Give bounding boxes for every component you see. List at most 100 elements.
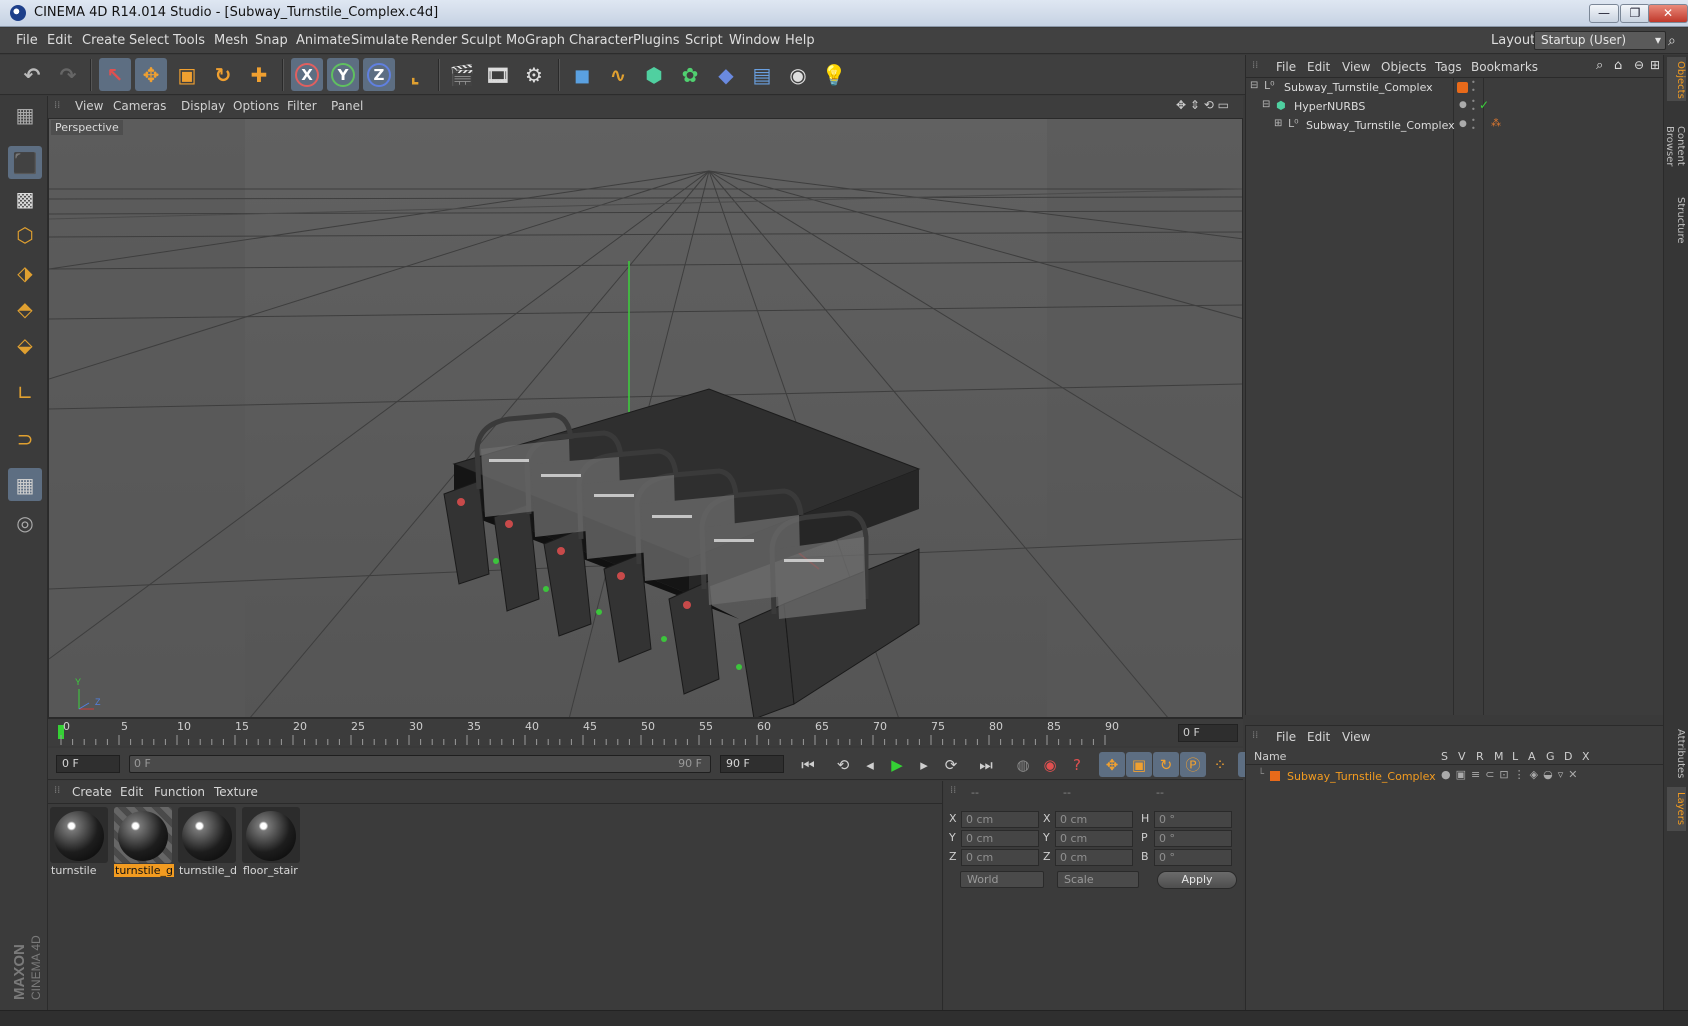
column-render[interactable]: R: [1476, 750, 1484, 763]
menu-render[interactable]: Render: [411, 33, 457, 48]
viewport-menu-display[interactable]: Display: [181, 99, 225, 113]
column-locked[interactable]: L: [1512, 750, 1518, 763]
rot-p-field[interactable]: 0 °: [1154, 830, 1232, 847]
viewport-nav-icons[interactable]: ✥ ⇕ ⟲ ▭: [1176, 98, 1229, 112]
go-to-end-icon[interactable]: ⏭: [973, 752, 999, 777]
visibility-dots-icon[interactable]: • •: [1471, 98, 1476, 114]
enabled-check-icon[interactable]: ✓: [1479, 98, 1489, 112]
coordinate-system-icon[interactable]: ⌞: [399, 58, 431, 91]
move-icon[interactable]: ✥: [135, 58, 167, 91]
material-swatch[interactable]: turnstile_d: [178, 807, 238, 882]
record-keys-icon[interactable]: ◍: [1010, 752, 1036, 777]
end-frame-field[interactable]: 90 F: [720, 755, 784, 773]
viewport-menu-options[interactable]: Options: [233, 99, 279, 113]
material-swatch[interactable]: turnstile: [50, 807, 110, 882]
menu-animate[interactable]: Animate: [296, 33, 350, 48]
menu-window[interactable]: Window: [729, 33, 780, 48]
planar-workplane-icon[interactable]: ◎: [8, 506, 42, 539]
live-selection-icon[interactable]: ↖: [99, 58, 131, 91]
column-view[interactable]: V: [1458, 750, 1466, 763]
play-icon[interactable]: ▶: [884, 752, 910, 777]
close-button[interactable]: ✕: [1648, 4, 1688, 23]
menu-snap[interactable]: Snap: [255, 33, 288, 48]
object-search-icon[interactable]: ⌕: [1596, 58, 1603, 73]
layout-select[interactable]: Startup (User): [1534, 31, 1666, 50]
menu-mograph[interactable]: MoGraph: [506, 33, 565, 48]
previous-key-icon[interactable]: ⟲: [830, 752, 856, 777]
timeline-ruler[interactable]: 0 5 10 15 20 25 30 35 40 45 50 55 60 65 …: [48, 718, 1243, 746]
material-tag-icon[interactable]: ⁂: [1491, 118, 1501, 129]
model-mode-icon[interactable]: ⬛: [8, 146, 42, 179]
tab-layers[interactable]: Layers: [1667, 787, 1686, 831]
key-pla-icon[interactable]: ⁘: [1207, 752, 1233, 777]
layer-menu-edit[interactable]: Edit: [1307, 730, 1330, 744]
spline-icon[interactable]: ∿: [602, 58, 634, 91]
render-view-icon[interactable]: 🎬: [446, 58, 478, 91]
viewport-menu-view[interactable]: View: [75, 99, 103, 113]
viewport-menu-panel[interactable]: Panel: [331, 99, 363, 113]
undo-icon[interactable]: ↶: [16, 58, 48, 91]
menu-sculpt[interactable]: Sculpt: [461, 33, 502, 48]
rot-b-field[interactable]: 0 °: [1154, 849, 1232, 866]
column-generators[interactable]: G: [1546, 750, 1555, 763]
object-menu-edit[interactable]: Edit: [1307, 60, 1330, 74]
go-to-start-icon[interactable]: ⏮: [795, 752, 821, 777]
pos-y-field[interactable]: 0 cm: [961, 830, 1039, 847]
perspective-viewport[interactable]: Y Z Perspective: [48, 118, 1243, 718]
autokeying-icon[interactable]: ◉: [1037, 752, 1063, 777]
viewport-menu-cameras[interactable]: Cameras: [113, 99, 166, 113]
light-icon[interactable]: 💡: [818, 58, 850, 91]
menu-create[interactable]: Create: [82, 33, 125, 48]
redo-icon[interactable]: ↷: [52, 58, 84, 91]
menu-help[interactable]: Help: [785, 33, 815, 48]
points-mode-icon[interactable]: ⬗: [8, 256, 42, 289]
rot-h-field[interactable]: 0 °: [1154, 811, 1232, 828]
visibility-dots-icon[interactable]: • •: [1471, 79, 1476, 95]
layer-menu-view[interactable]: View: [1342, 730, 1370, 744]
frame-range-slider[interactable]: 0 F 90 F: [129, 755, 711, 773]
material-menu-function[interactable]: Function: [154, 785, 205, 799]
search-icon[interactable]: ⌕: [1668, 33, 1684, 49]
home-icon[interactable]: ⌂: [1614, 58, 1622, 73]
material-swatch[interactable]: turnstile_g: [114, 807, 174, 882]
tab-attributes[interactable]: Attributes: [1667, 725, 1686, 783]
menu-file[interactable]: File: [16, 33, 38, 48]
nurbs-icon[interactable]: ⬢: [638, 58, 670, 91]
current-frame-field[interactable]: 0 F: [1178, 724, 1238, 742]
object-menu-view[interactable]: View: [1342, 60, 1370, 74]
make-editable-icon[interactable]: ▦: [8, 98, 42, 131]
z-axis-lock-icon[interactable]: Z: [363, 58, 395, 91]
render-to-picture-viewer-icon[interactable]: 🎞: [482, 58, 514, 91]
start-frame-field[interactable]: 0 F: [56, 755, 120, 773]
viewport-menu-filter[interactable]: Filter: [287, 99, 317, 113]
camera-icon[interactable]: ◉: [782, 58, 814, 91]
polygons-mode-icon[interactable]: ⬙: [8, 328, 42, 361]
column-name[interactable]: Name: [1254, 750, 1286, 763]
key-parameter-icon[interactable]: Ⓟ: [1180, 752, 1206, 777]
menu-plugins[interactable]: Plugins: [633, 33, 680, 48]
object-row[interactable]: ⊟ L⁰ Subway_Turnstile_Complex • •: [1246, 78, 1664, 97]
new-panel-icon[interactable]: ⊞: [1650, 58, 1660, 72]
tab-structure[interactable]: Structure: [1667, 193, 1686, 247]
object-row[interactable]: ⊞ L⁰ Subway_Turnstile_Complex ● • • ⁂: [1246, 116, 1664, 135]
render-settings-icon[interactable]: ⚙: [518, 58, 550, 91]
menu-script[interactable]: Script: [685, 33, 723, 48]
material-menu-edit[interactable]: Edit: [120, 785, 143, 799]
locked-workplane-icon[interactable]: ▦: [8, 468, 42, 501]
expand-icon[interactable]: ⊟: [1262, 99, 1270, 110]
size-mode-dropdown[interactable]: Scale: [1057, 871, 1139, 888]
tab-content-browser[interactable]: Content Browser: [1664, 103, 1686, 189]
snap-icon[interactable]: ⊃: [8, 422, 42, 455]
menu-tools[interactable]: Tools: [173, 33, 205, 48]
viewport-camera-label[interactable]: Perspective: [51, 120, 123, 135]
previous-frame-icon[interactable]: ◂: [857, 752, 883, 777]
y-axis-lock-icon[interactable]: Y: [327, 58, 359, 91]
scale-icon[interactable]: ▣: [171, 58, 203, 91]
last-tool-icon[interactable]: ✚: [243, 58, 275, 91]
object-menu-tags[interactable]: Tags: [1435, 60, 1462, 74]
expand-icon[interactable]: ⊟: [1250, 80, 1258, 91]
key-position-icon[interactable]: ✥: [1099, 752, 1125, 777]
floor-icon[interactable]: ▤: [746, 58, 778, 91]
cube-object-icon[interactable]: ◼: [566, 58, 598, 91]
menu-mesh[interactable]: Mesh: [214, 33, 248, 48]
